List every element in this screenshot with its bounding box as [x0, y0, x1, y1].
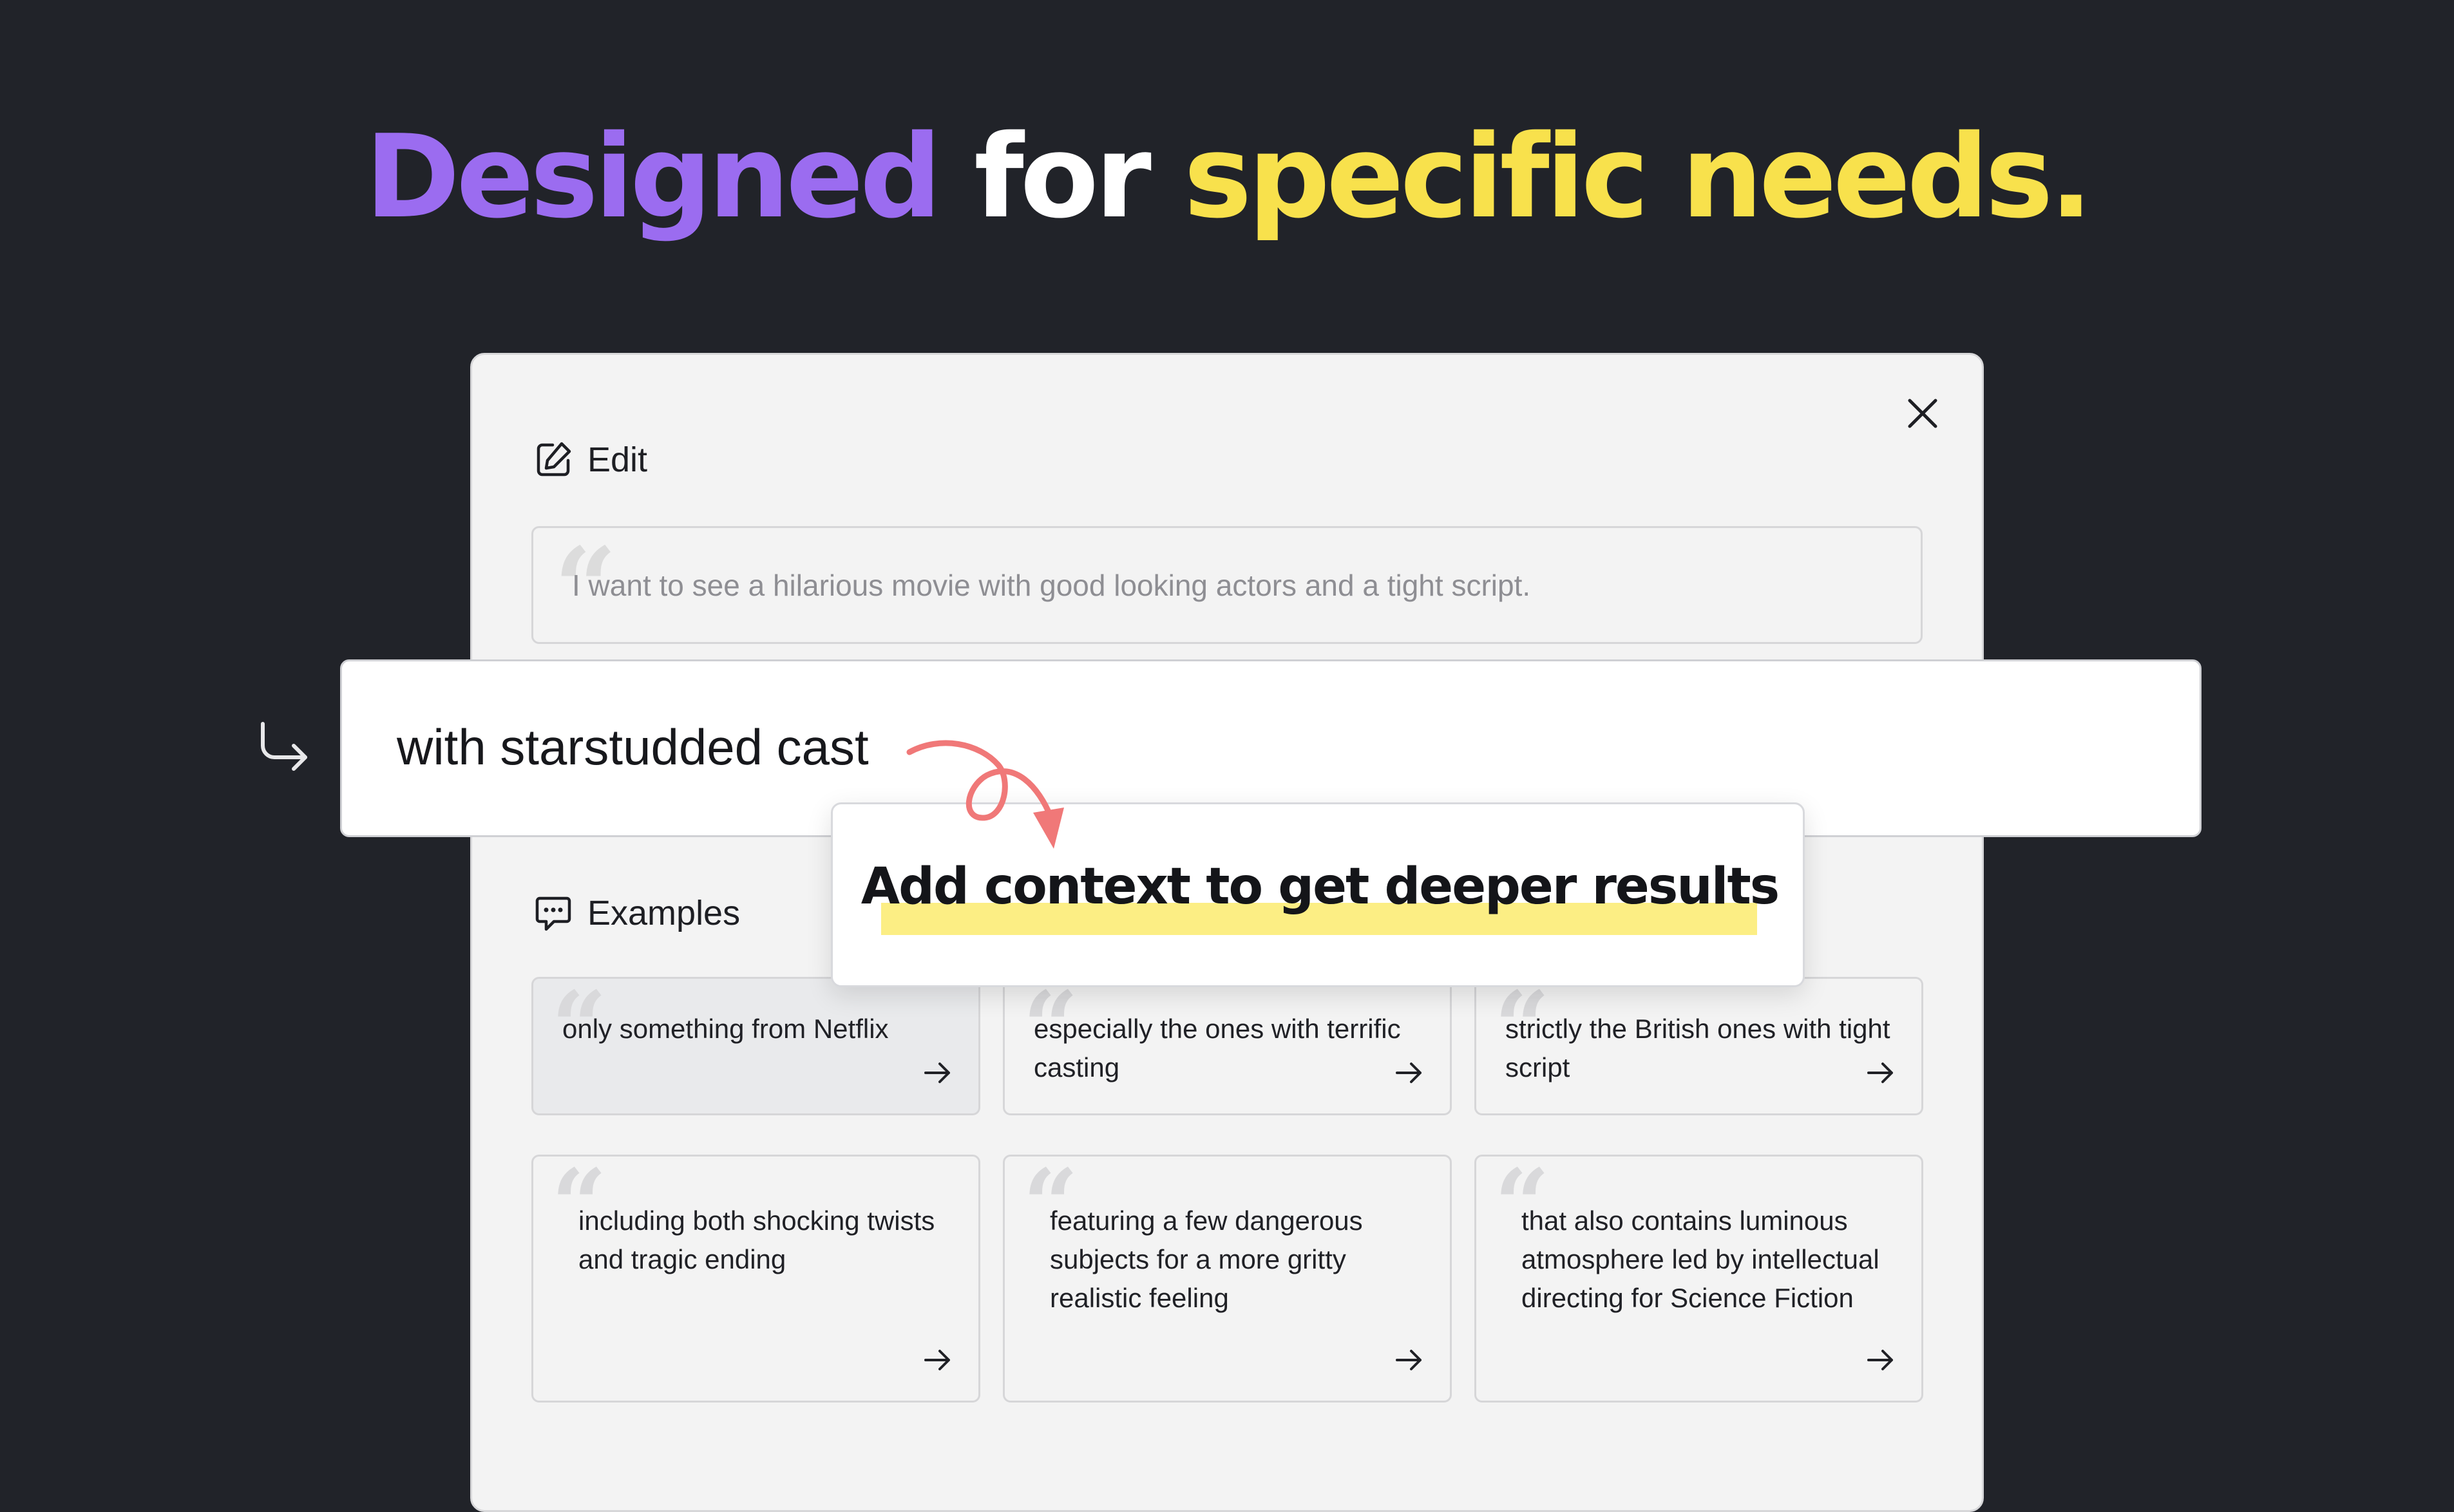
example-card-6[interactable]: “ that also contains luminous atmosphere… [1474, 1155, 1923, 1403]
example-card-text: featuring a few dangerous subjects for a… [1050, 1205, 1363, 1313]
context-input-value: with starstudded cast [397, 719, 869, 775]
chat-icon [535, 896, 571, 931]
examples-label-text: Examples [587, 894, 741, 932]
example-card-1[interactable]: “ only something from Netflix [531, 977, 980, 1115]
example-card-4[interactable]: “ including both shocking twists and tra… [531, 1155, 980, 1403]
prompt-text: I want to see a hilarious movie with goo… [572, 569, 1531, 602]
edit-label: Edit [533, 440, 647, 480]
tooltip-text: Add context to get deeper results [861, 858, 1780, 916]
example-card-text: only something from Netflix [562, 1014, 889, 1044]
arrow-right-icon [1867, 1063, 1893, 1083]
example-card-2[interactable]: “ especially the ones with terrific cast… [1003, 977, 1452, 1115]
example-card-text: that also contains luminous atmosphere l… [1521, 1205, 1879, 1313]
headline-word-specific-needs: specific needs. [1183, 110, 2093, 243]
close-icon[interactable] [1903, 394, 1942, 433]
arrow-right-icon [924, 1350, 950, 1370]
example-card-3[interactable]: “ strictly the British ones with tight s… [1474, 977, 1923, 1115]
headline-word-designed: Designed [365, 110, 942, 243]
arrow-right-icon [1867, 1350, 1893, 1370]
example-card-text: especially the ones with terrific castin… [1034, 1014, 1401, 1082]
headline-word-for: for [974, 110, 1152, 243]
curly-arrow-icon [906, 740, 1064, 849]
arrow-right-icon [924, 1063, 950, 1083]
example-card-text: strictly the British ones with tight scr… [1505, 1014, 1890, 1082]
examples-label: Examples [533, 893, 740, 933]
arrow-right-icon [1396, 1063, 1422, 1083]
headline: Designed for specific needs. [0, 97, 2454, 258]
prompt-field[interactable]: “ I want to see a hilarious movie with g… [531, 526, 1923, 644]
edit-label-text: Edit [587, 440, 648, 479]
arrow-right-icon [1396, 1350, 1422, 1370]
example-card-5[interactable]: “ featuring a few dangerous subjects for… [1003, 1155, 1452, 1403]
edit-icon [537, 442, 571, 477]
example-card-text: including both shocking twists and tragi… [578, 1205, 935, 1274]
return-arrow-icon [261, 722, 307, 771]
